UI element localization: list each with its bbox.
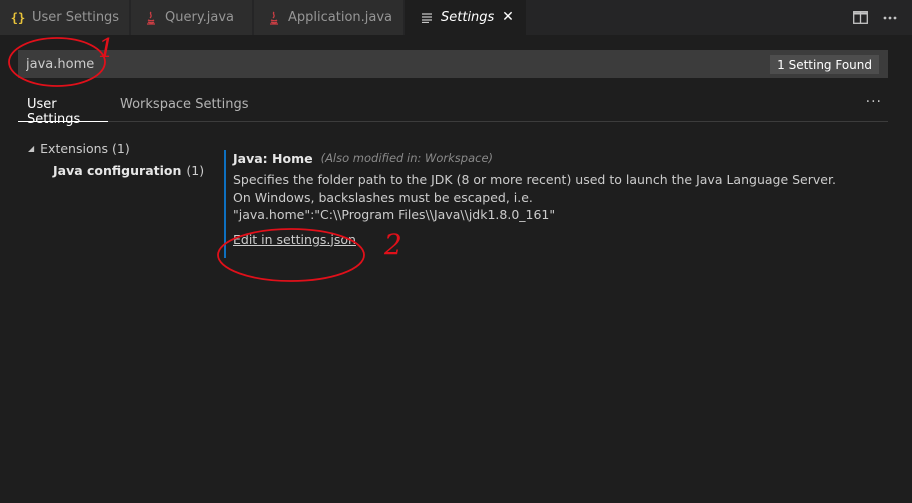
annotation-step-1: 1: [98, 34, 115, 64]
annotation-overlay: [8, 37, 365, 282]
annotation-circle-search: [8, 37, 106, 87]
annotation-step-2: 2: [384, 228, 402, 261]
annotation-circle-link: [217, 228, 365, 282]
